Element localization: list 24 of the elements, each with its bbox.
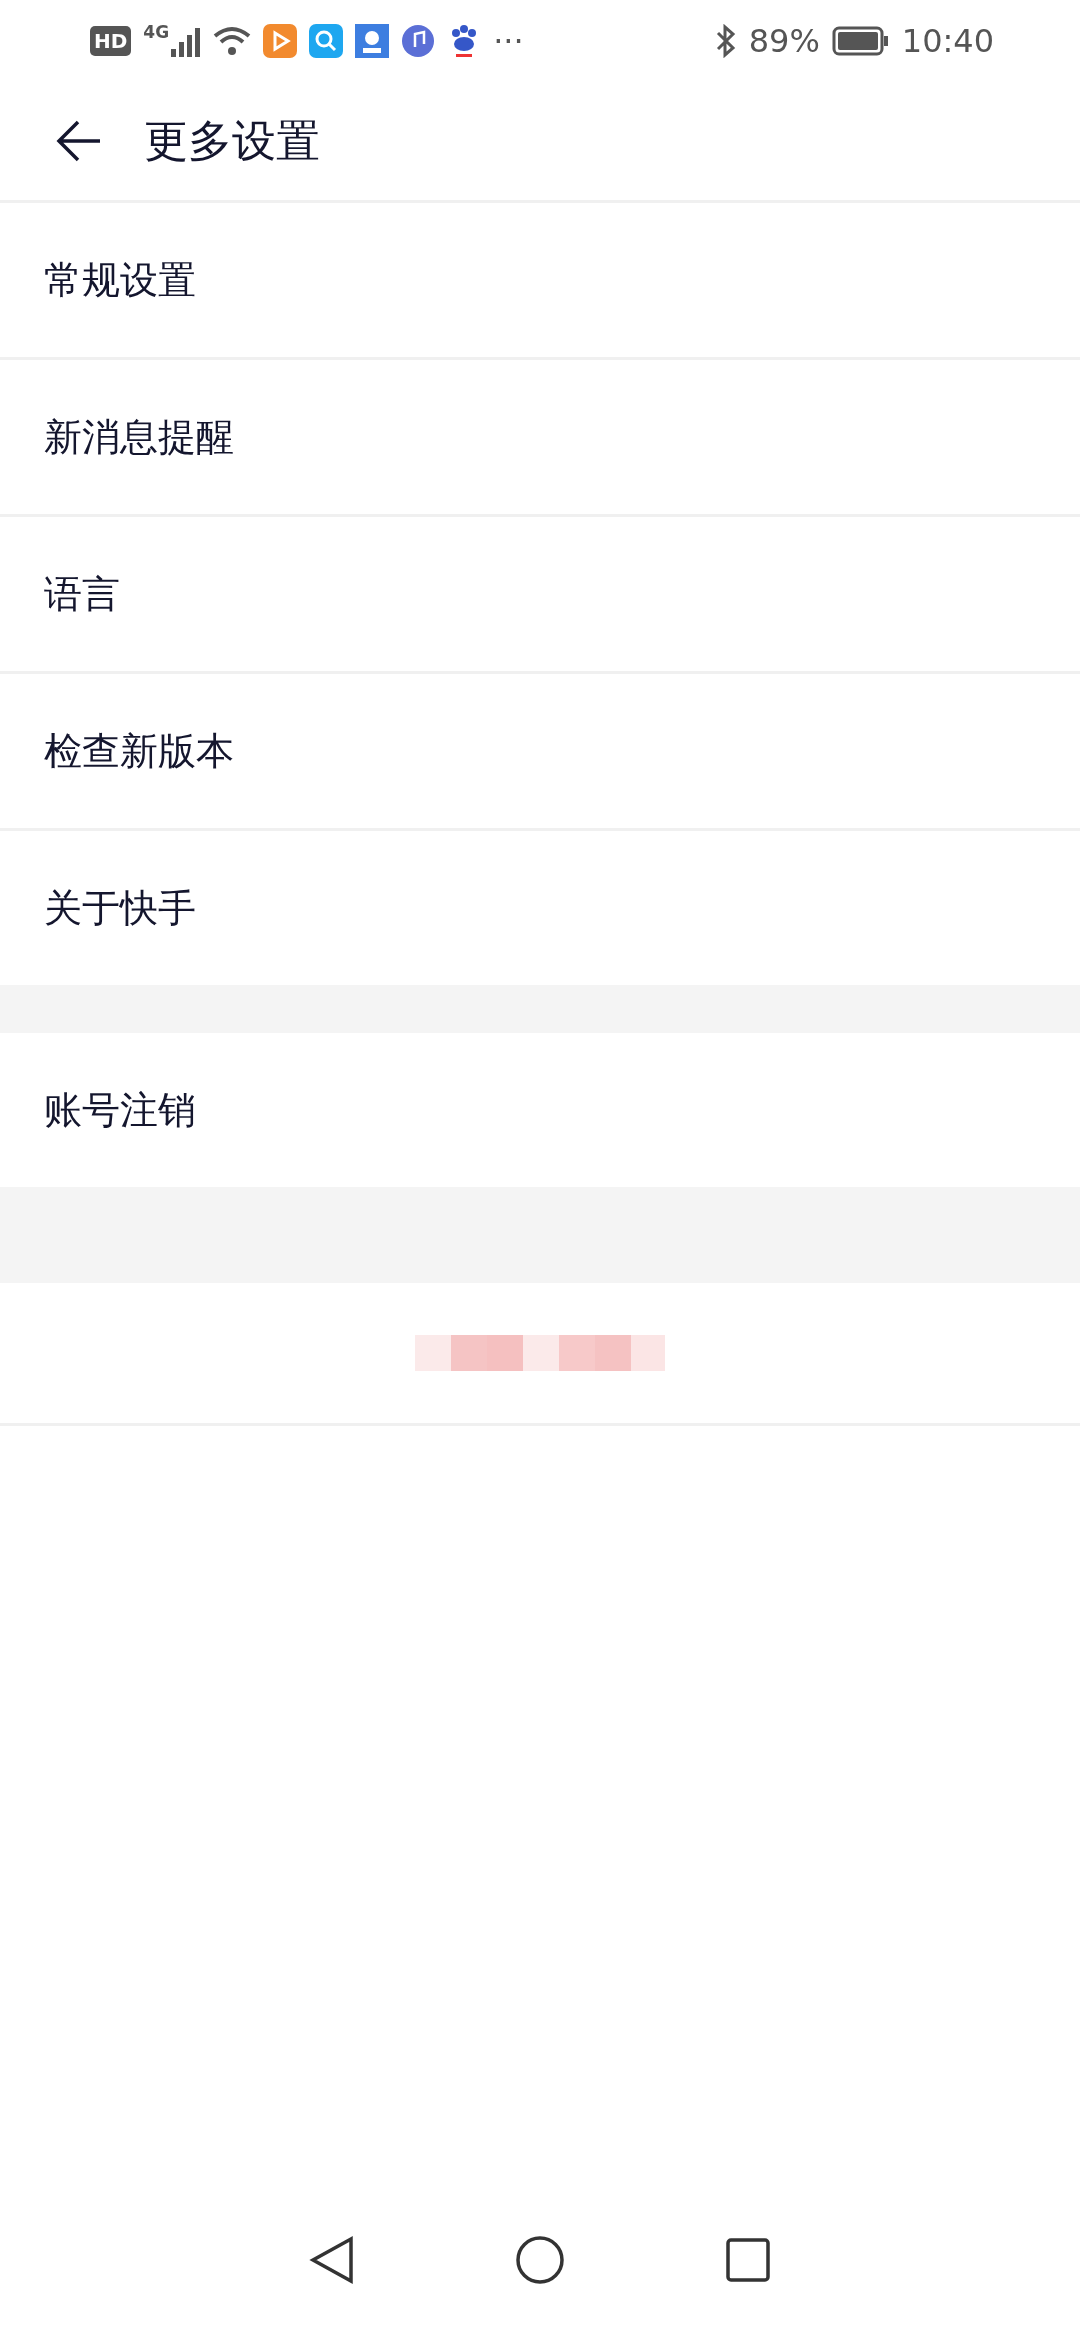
camera-app-icon: [355, 24, 390, 58]
search-app-icon: [309, 24, 344, 58]
battery-icon: [831, 26, 890, 56]
back-nav-icon[interactable]: [309, 2235, 355, 2285]
wifi-icon: [213, 26, 252, 56]
settings-item[interactable]: 账号注销: [44, 1084, 196, 1136]
settings-item[interactable]: 关于快手: [44, 882, 196, 934]
music-app-icon: [401, 24, 436, 58]
settings-item[interactable]: 语言: [44, 568, 120, 620]
settings-item[interactable]: 新消息提醒: [44, 411, 234, 463]
signal-icon: [171, 25, 202, 57]
network-label: 4G: [143, 22, 170, 42]
settings-item[interactable]: 检查新版本: [44, 725, 234, 777]
hd-badge: HD: [90, 26, 132, 56]
page-title: 更多设置: [144, 113, 320, 168]
battery-percent: 89%: [748, 22, 820, 60]
home-nav-icon[interactable]: [515, 2235, 565, 2285]
clock-time: 10:40: [901, 22, 994, 60]
settings-item[interactable]: 常规设置: [44, 254, 196, 306]
more-notifications: ···: [493, 22, 524, 60]
back-arrow-icon[interactable]: [56, 119, 102, 163]
play-app-icon: [263, 24, 298, 58]
bluetooth-icon: [714, 24, 737, 58]
recents-nav-icon[interactable]: [725, 2237, 771, 2283]
